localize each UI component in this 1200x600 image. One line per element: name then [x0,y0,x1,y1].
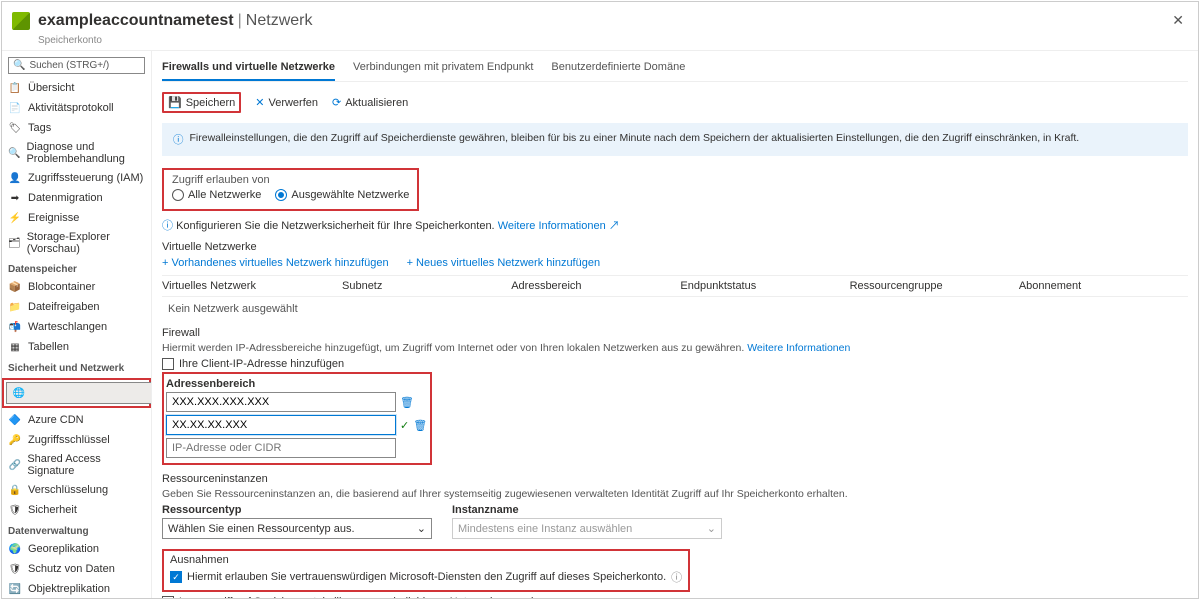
search-icon: 🔍 [13,60,25,71]
add-existing-vnet[interactable]: + Vorhandenes virtuelles Netzwerk hinzuf… [162,257,389,269]
group-datenverwaltung: Datenverwaltung [2,520,151,539]
sidebar-item[interactable]: ➡Datenmigration [2,188,151,208]
network-icon: 🌐 [12,386,26,400]
sidebar-item[interactable]: 🛡Sicherheit [2,500,151,520]
sidebar-item[interactable]: 🔑Zugriffsschlüssel [2,430,151,450]
sidebar-item[interactable]: ▦Tabellen [2,337,151,357]
nav-icon: 🔍 [8,146,20,160]
main-pane: Firewalls und virtuelle Netzwerke Verbin… [152,51,1198,598]
save-icon: 💾 [168,96,182,109]
delete-icon[interactable]: 🗑 [400,396,414,409]
tab-custom-domain[interactable]: Benutzerdefinierte Domäne [551,57,685,81]
sidebar-item[interactable]: 🔒Verschlüsselung [2,480,151,500]
cb-add-client-ip[interactable]: Ihre Client-IP-Adresse hinzufügen [162,358,1188,370]
nav-icon: 🛡 [8,562,22,576]
sidebar: 🔍 Suchen (STRG+/) 📋Übersicht📄Aktivitätsp… [2,51,152,598]
radio-selected-networks[interactable]: Ausgewählte Netzwerke [275,189,409,201]
nav-icon: 🌍 [8,542,22,556]
tab-private-endpoints[interactable]: Verbindungen mit privatem Endpunkt [353,57,533,81]
refresh-button[interactable]: ⟳Aktualisieren [332,96,408,109]
resource-type: Speicherkonto [2,35,1198,50]
radio-all-networks[interactable]: Alle Netzwerke [172,189,261,201]
address-range-label: Adressenbereich [166,376,428,392]
sidebar-item[interactable]: 📬Warteschlangen [2,317,151,337]
nav-icon: ➡ [8,191,22,205]
sidebar-item[interactable]: 🔷Azure CDN [2,410,151,430]
nav-icon: 🔑 [8,433,22,447]
discard-icon: ✕ [255,96,264,109]
sidebar-item-netzwerk[interactable]: 🌐Netzwerk [6,382,152,404]
sidebar-item[interactable]: 📋Übersicht [2,78,151,98]
nav-icon: 🔷 [8,413,22,427]
info-icon[interactable]: ⓘ [671,569,682,585]
sidebar-item[interactable]: 🗂Storage-Explorer (Vorschau) [2,228,151,258]
ip-row-1[interactable] [166,392,396,412]
nav-icon: 📄 [8,101,22,115]
chevron-down-icon: ⌄ [707,522,716,535]
ip-new[interactable] [166,438,396,458]
ri-heading: Ressourceninstanzen [162,473,1188,485]
sidebar-item[interactable]: ⚡Ereignisse [2,208,151,228]
sidebar-item[interactable]: 📁Dateifreigaben [2,297,151,317]
instance-name-select: Mindestens eine Instanz auswählen⌄ [452,518,722,539]
nav-icon: 👤 [8,171,22,185]
nav-icon: 🏷 [8,121,22,135]
delete-icon[interactable]: 🗑 [413,419,427,432]
discard-button[interactable]: ✕Verwerfen [255,96,318,109]
sidebar-item[interactable]: 🏷Tags [2,118,151,138]
sidebar-item[interactable]: 📦Blobcontainer [2,277,151,297]
access-label: Zugriff erlauben von [172,174,409,186]
link-fw-info[interactable]: Weitere Informationen [747,342,850,354]
search-input[interactable]: 🔍 Suchen (STRG+/) [8,57,145,74]
sidebar-item[interactable]: 🌍Georeplikation [2,539,151,559]
ip-row-2[interactable] [166,415,396,435]
nav-icon: ⚡ [8,211,22,225]
vnet-table-header: Virtuelles NetzwerkSubnetzAdressbereichE… [162,275,1188,297]
group-datenspeicher: Datenspeicher [2,258,151,277]
nav-icon: 🔗 [8,458,21,472]
sidebar-item[interactable]: 🔗Shared Access Signature [2,450,151,480]
nav-icon: ▦ [8,340,22,354]
refresh-icon: ⟳ [332,96,341,109]
nav-icon: 📁 [8,300,22,314]
check-icon: ✓ [400,419,409,432]
add-new-vnet[interactable]: + Neues virtuelles Netzwerk hinzufügen [407,257,601,269]
chevron-down-icon: ⌄ [417,522,426,535]
sidebar-item[interactable]: 🔍Diagnose und Problembehandlung [2,138,151,168]
info-banner: ⓘ Firewalleinstellungen, die den Zugriff… [162,123,1188,156]
resource-type-select[interactable]: Wählen Sie einen Ressourcentyp aus.⌄ [162,518,432,539]
group-sicherheit: Sicherheit und Netzwerk [2,357,151,376]
nav-icon: 📬 [8,320,22,334]
nav-icon: 📋 [8,81,22,95]
tab-firewalls[interactable]: Firewalls und virtuelle Netzwerke [162,57,335,81]
firewall-heading: Firewall [162,327,1188,339]
save-button[interactable]: 💾Speichern [168,96,235,109]
exceptions-heading: Ausnahmen [170,554,682,566]
page-title: Netzwerk [246,12,313,30]
vnet-heading: Virtuelle Netzwerke [162,241,1188,253]
sidebar-item[interactable]: 🛡Schutz von Daten [2,559,151,579]
storage-icon [12,12,30,30]
nav-icon: 🛡 [8,503,22,517]
sidebar-item[interactable]: 👤Zugriffssteuerung (IAM) [2,168,151,188]
nav-icon: 🔄 [8,582,22,596]
nav-icon: 🗂 [8,236,21,250]
close-icon[interactable]: ✕ [1168,8,1188,33]
info-icon: ⓘ [162,220,173,232]
cb-trusted-services[interactable]: ✓Hiermit erlauben Sie vertrauenswürdigen… [170,569,682,585]
nav-icon: 🔒 [8,483,22,497]
vnet-empty: Kein Netzwerk ausgewählt [162,297,1188,319]
sidebar-item[interactable]: 🔄Objektreplikation [2,579,151,598]
info-icon: ⓘ [173,132,184,147]
sidebar-item[interactable]: 📄Aktivitätsprotokoll [2,98,151,118]
account-name: exampleaccountnametest [38,12,234,30]
nav-icon: 📦 [8,280,22,294]
cb-read-logging[interactable]: Lesezugriff auf Speicherprotokollierung … [162,596,1188,598]
link-more-info[interactable]: Weitere Informationen ↗ [498,220,620,232]
